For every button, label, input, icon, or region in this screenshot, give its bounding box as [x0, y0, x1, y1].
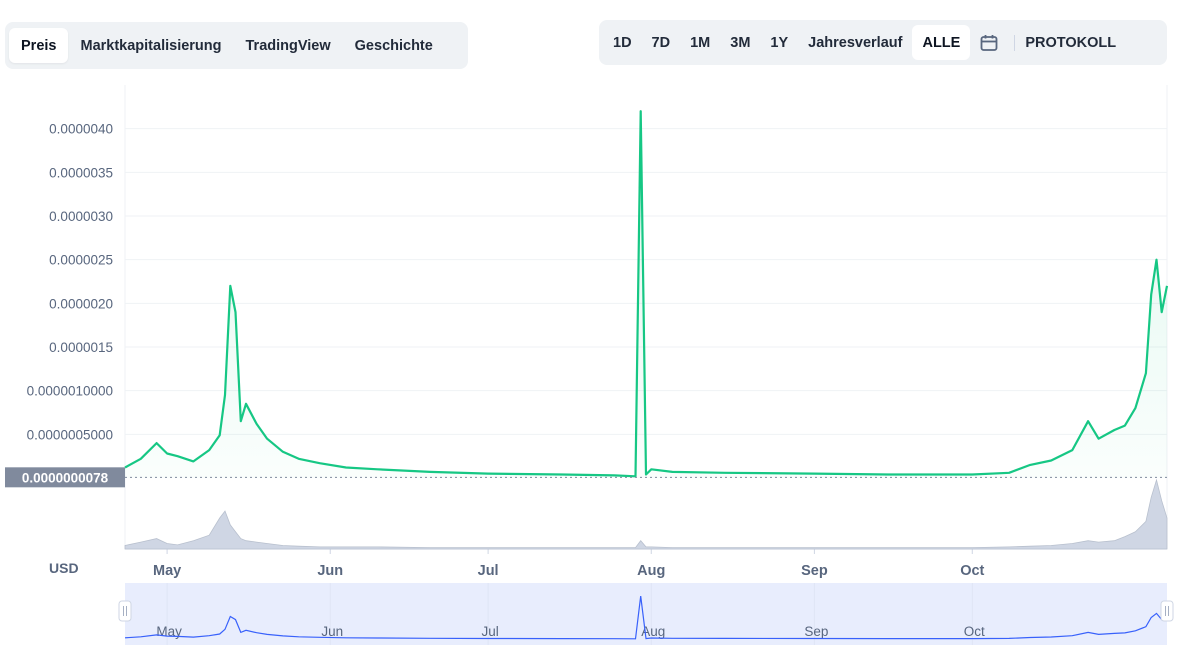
price-point	[1144, 371, 1148, 375]
navigator-x-label: Jul	[481, 624, 498, 639]
x-tick-label: May	[153, 563, 181, 579]
price-point	[560, 473, 564, 477]
price-chart[interactable]: 0.0000005000 0.0000010000 0.0000015 0.00000…	[0, 0, 1181, 657]
price-point	[228, 284, 232, 288]
navigator-right-handle[interactable]	[1160, 600, 1174, 622]
price-point	[486, 472, 490, 476]
price-point	[297, 457, 301, 461]
y-tick-label: 0.0000010000	[27, 384, 113, 399]
navigator-x-label: Sep	[804, 624, 828, 639]
x-tick-label: Jun	[317, 563, 343, 579]
price-point	[1133, 406, 1137, 410]
price-point	[1097, 437, 1101, 441]
price-point	[1112, 428, 1116, 432]
y-tick-label: 0.0000020	[49, 296, 113, 311]
price-point	[223, 393, 227, 397]
price-point	[1160, 310, 1164, 314]
price-point	[165, 452, 169, 456]
price-point	[1165, 284, 1169, 288]
price-point	[139, 457, 143, 461]
price-line	[124, 110, 1169, 478]
price-point	[886, 473, 890, 477]
price-point	[1070, 448, 1074, 452]
price-point	[1154, 258, 1158, 262]
x-tick-label: Aug	[637, 563, 665, 579]
y-tick-label: 0.0000040	[49, 122, 113, 137]
price-point	[318, 461, 322, 465]
price-point	[239, 419, 243, 423]
handle-body	[118, 600, 132, 622]
price-point	[1086, 419, 1090, 423]
price-point	[670, 470, 674, 474]
volume-area	[124, 478, 1168, 550]
y-tick-label: 0.0000025	[49, 253, 113, 268]
y-tick-label: 0.0000035	[49, 165, 113, 180]
y-tick-label: 0.0000030	[49, 209, 113, 224]
price-point	[207, 448, 211, 452]
price-point	[812, 472, 816, 476]
y-tick-label: 0.0000005000	[27, 427, 113, 442]
x-tick-label: Sep	[801, 563, 828, 579]
price-point	[1123, 424, 1127, 428]
price-point	[1149, 293, 1153, 297]
price-point	[281, 450, 285, 454]
x-tick-label: Jul	[478, 563, 499, 579]
price-point	[176, 454, 180, 458]
navigator-x-label: Jun	[321, 624, 343, 639]
price-point	[344, 466, 348, 470]
price-point	[244, 402, 248, 406]
price-point	[1049, 459, 1053, 463]
price-point	[218, 433, 222, 437]
price-point	[376, 467, 380, 471]
price-point	[1028, 463, 1032, 467]
price-point	[723, 471, 727, 475]
currency-label: USD	[49, 560, 79, 576]
price-point	[234, 310, 238, 314]
handle-body	[1160, 600, 1174, 622]
y-tick-label: 0.0000015	[49, 340, 113, 355]
price-point	[255, 422, 259, 426]
price-point	[155, 441, 159, 445]
x-tick-label: Oct	[960, 563, 984, 579]
navigator-left-handle[interactable]	[118, 600, 132, 622]
price-point	[644, 473, 648, 477]
price-point	[612, 473, 616, 477]
price-point	[649, 467, 653, 471]
price-point	[191, 459, 195, 463]
price-point	[265, 437, 269, 441]
price-point	[639, 109, 643, 113]
navigator-x-label: Oct	[964, 624, 985, 639]
current-price-label: 0.0000000078	[22, 470, 109, 485]
price-point	[970, 473, 974, 477]
price-point	[1007, 471, 1011, 475]
price-point	[428, 470, 432, 474]
